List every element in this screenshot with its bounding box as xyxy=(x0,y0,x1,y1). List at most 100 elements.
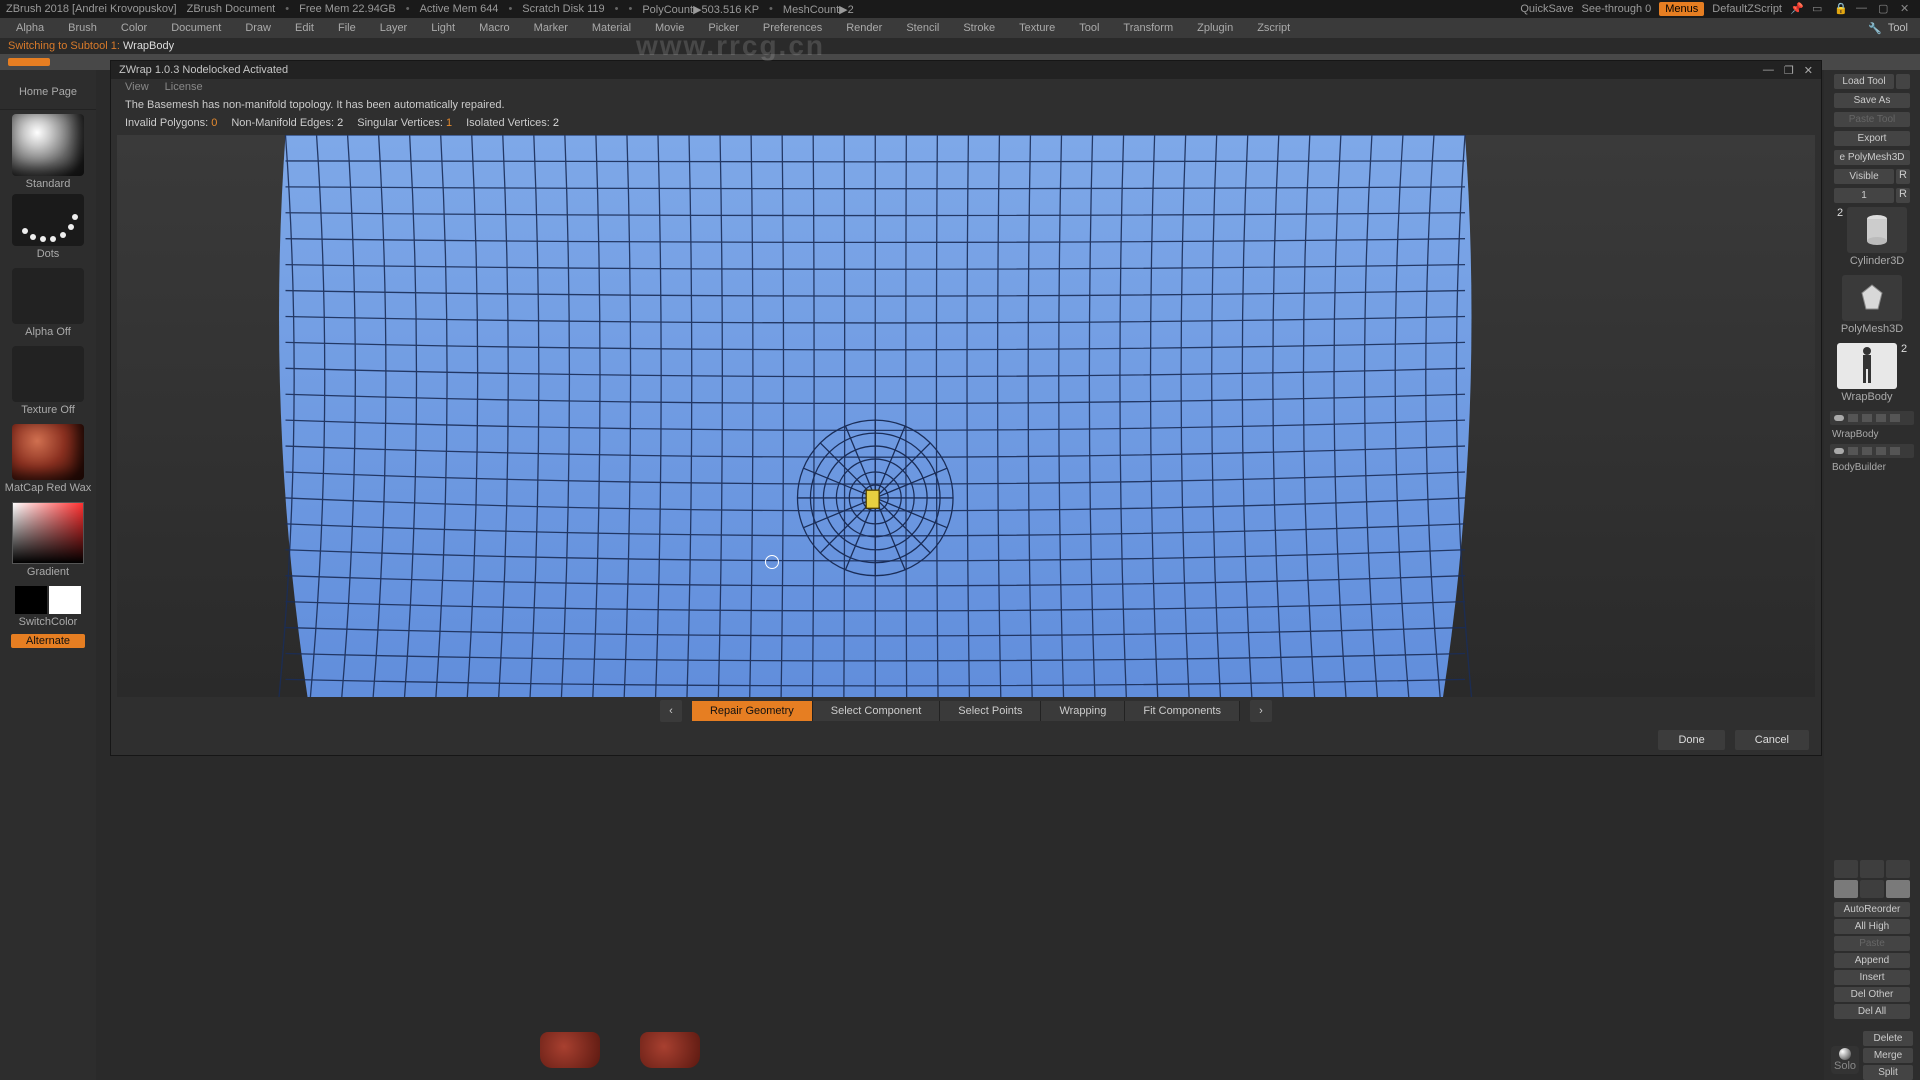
step-repair[interactable]: Repair Geometry xyxy=(692,701,813,721)
tool-polymesh-label: PolyMesh3D xyxy=(1841,323,1903,335)
menu-draw[interactable]: Draw xyxy=(233,20,283,36)
step-prev-button[interactable]: ‹ xyxy=(660,700,682,722)
r-button-1[interactable]: R xyxy=(1896,169,1910,184)
nav-frame-icon[interactable] xyxy=(1834,880,1858,898)
cancel-button[interactable]: Cancel xyxy=(1735,730,1809,750)
dialog-menu-license[interactable]: License xyxy=(165,81,203,93)
step-fit-components[interactable]: Fit Components xyxy=(1125,701,1240,721)
maximize-icon[interactable]: ▢ xyxy=(1878,2,1892,16)
canvas-area[interactable]: ZWrap 1.0.3 Nodelocked Activated — ❐ ✕ V… xyxy=(96,70,1824,1080)
menu-edit[interactable]: Edit xyxy=(283,20,326,36)
step-next-button[interactable]: › xyxy=(1250,700,1272,722)
delother-button[interactable]: Del Other xyxy=(1834,987,1910,1002)
quicksave-button[interactable]: QuickSave xyxy=(1520,3,1573,15)
layout-icon[interactable]: ▭ xyxy=(1812,2,1826,16)
menu-texture[interactable]: Texture xyxy=(1007,20,1067,36)
secondary-color[interactable] xyxy=(15,586,47,614)
brush-thumbnail[interactable] xyxy=(12,114,84,176)
paste-button[interactable]: Paste xyxy=(1834,936,1910,951)
menu-picker[interactable]: Picker xyxy=(696,20,751,36)
wrench-icon: 🔧 xyxy=(1868,22,1882,35)
menu-file[interactable]: File xyxy=(326,20,368,36)
menu-material[interactable]: Material xyxy=(580,20,643,36)
menu-stencil[interactable]: Stencil xyxy=(894,20,951,36)
menu-stroke[interactable]: Stroke xyxy=(951,20,1007,36)
dialog-info-text: The Basemesh has non-manifold topology. … xyxy=(111,95,1821,115)
dialog-maximize-icon[interactable]: ❐ xyxy=(1784,64,1794,77)
step-wrapping[interactable]: Wrapping xyxy=(1041,701,1125,721)
append-button[interactable]: Append xyxy=(1834,953,1910,968)
menu-layer[interactable]: Layer xyxy=(368,20,420,36)
menu-alpha[interactable]: Alpha xyxy=(4,20,56,36)
menu-preferences[interactable]: Preferences xyxy=(751,20,834,36)
load-tool-button[interactable]: Load Tool xyxy=(1834,74,1894,89)
dialog-minimize-icon[interactable]: — xyxy=(1763,64,1774,77)
nav-move-icon[interactable] xyxy=(1834,860,1858,878)
paste-tool-button[interactable]: Paste Tool xyxy=(1834,112,1910,127)
menu-light[interactable]: Light xyxy=(419,20,467,36)
menu-macro[interactable]: Macro xyxy=(467,20,522,36)
step-select-component[interactable]: Select Component xyxy=(813,701,941,721)
menu-render[interactable]: Render xyxy=(834,20,894,36)
delete-button[interactable]: Delete xyxy=(1863,1031,1913,1046)
menu-brush[interactable]: Brush xyxy=(56,20,109,36)
stroke-thumbnail[interactable] xyxy=(12,194,84,246)
minimize-icon[interactable]: — xyxy=(1856,2,1870,16)
slot-1[interactable]: 1 xyxy=(1834,188,1894,203)
color-picker[interactable] xyxy=(12,502,84,564)
make-polymesh-button[interactable]: e PolyMesh3D xyxy=(1834,150,1910,165)
allhigh-button[interactable]: All High xyxy=(1834,919,1910,934)
split-button[interactable]: Split xyxy=(1863,1065,1913,1080)
status-activemem: Active Mem 644 xyxy=(420,3,499,15)
export-button[interactable]: Export xyxy=(1834,131,1910,146)
menu-movie[interactable]: Movie xyxy=(643,20,696,36)
dialog-viewport[interactable]: (function(){ const svg=document.querySel… xyxy=(117,135,1815,697)
alpha-thumbnail[interactable] xyxy=(12,268,84,324)
r-button-2[interactable]: R xyxy=(1896,188,1910,203)
tool-palette-header[interactable]: 🔧 Tool xyxy=(1860,20,1916,37)
tool-cylinder-thumb[interactable] xyxy=(1847,207,1907,253)
nav-scale-icon[interactable] xyxy=(1860,860,1884,878)
autoreorder-button[interactable]: AutoReorder xyxy=(1834,902,1910,917)
menus-toggle[interactable]: Menus xyxy=(1659,2,1704,16)
menu-color[interactable]: Color xyxy=(109,20,159,36)
insert-button[interactable]: Insert xyxy=(1834,970,1910,985)
alternate-button[interactable]: Alternate xyxy=(11,634,85,648)
nav-rotate-icon[interactable] xyxy=(1886,860,1910,878)
merge-button[interactable]: Merge xyxy=(1863,1048,1913,1063)
close-icon[interactable]: ✕ xyxy=(1900,2,1914,16)
stroke-label: Dots xyxy=(37,248,60,260)
dialog-titlebar[interactable]: ZWrap 1.0.3 Nodelocked Activated — ❐ ✕ xyxy=(111,61,1821,79)
material-thumbnail[interactable] xyxy=(12,424,84,480)
primary-color[interactable] xyxy=(49,586,81,614)
menu-transform[interactable]: Transform xyxy=(1111,20,1185,36)
nav-persp-icon[interactable] xyxy=(1860,880,1884,898)
tool-polymesh-thumb[interactable] xyxy=(1842,275,1902,321)
visible-button[interactable]: Visible xyxy=(1834,169,1894,184)
lock-icon[interactable]: 🔒 xyxy=(1834,2,1848,16)
default-zscript[interactable]: DefaultZScript xyxy=(1712,3,1782,15)
dialog-menu-view[interactable]: View xyxy=(125,81,149,93)
pin-icon[interactable]: 📌 xyxy=(1790,2,1804,16)
menu-document[interactable]: Document xyxy=(159,20,233,36)
tool-wrapbody-label: WrapBody xyxy=(1841,391,1892,403)
texture-thumbnail[interactable] xyxy=(12,346,84,402)
menu-tool[interactable]: Tool xyxy=(1067,20,1111,36)
menu-zscript[interactable]: Zscript xyxy=(1245,20,1302,36)
step-select-points[interactable]: Select Points xyxy=(940,701,1041,721)
cursor-icon xyxy=(765,555,779,569)
menu-marker[interactable]: Marker xyxy=(522,20,580,36)
seethrough-toggle[interactable]: See-through 0 xyxy=(1582,3,1652,15)
subtool-row-2[interactable] xyxy=(1830,444,1914,458)
solo-button[interactable]: Solo xyxy=(1831,1046,1859,1074)
done-button[interactable]: Done xyxy=(1658,730,1724,750)
save-as-button[interactable]: Save As xyxy=(1834,93,1910,108)
homepage-button[interactable]: Home Page xyxy=(0,74,96,110)
tool-wrapbody-thumb[interactable] xyxy=(1837,343,1897,389)
subtool-row-1[interactable] xyxy=(1830,411,1914,425)
nav-floor-icon[interactable] xyxy=(1886,880,1910,898)
menu-zplugin[interactable]: Zplugin xyxy=(1185,20,1245,36)
delall-button[interactable]: Del All xyxy=(1834,1004,1910,1019)
dialog-close-icon[interactable]: ✕ xyxy=(1804,64,1813,77)
switchcolor-label[interactable]: SwitchColor xyxy=(19,616,78,628)
